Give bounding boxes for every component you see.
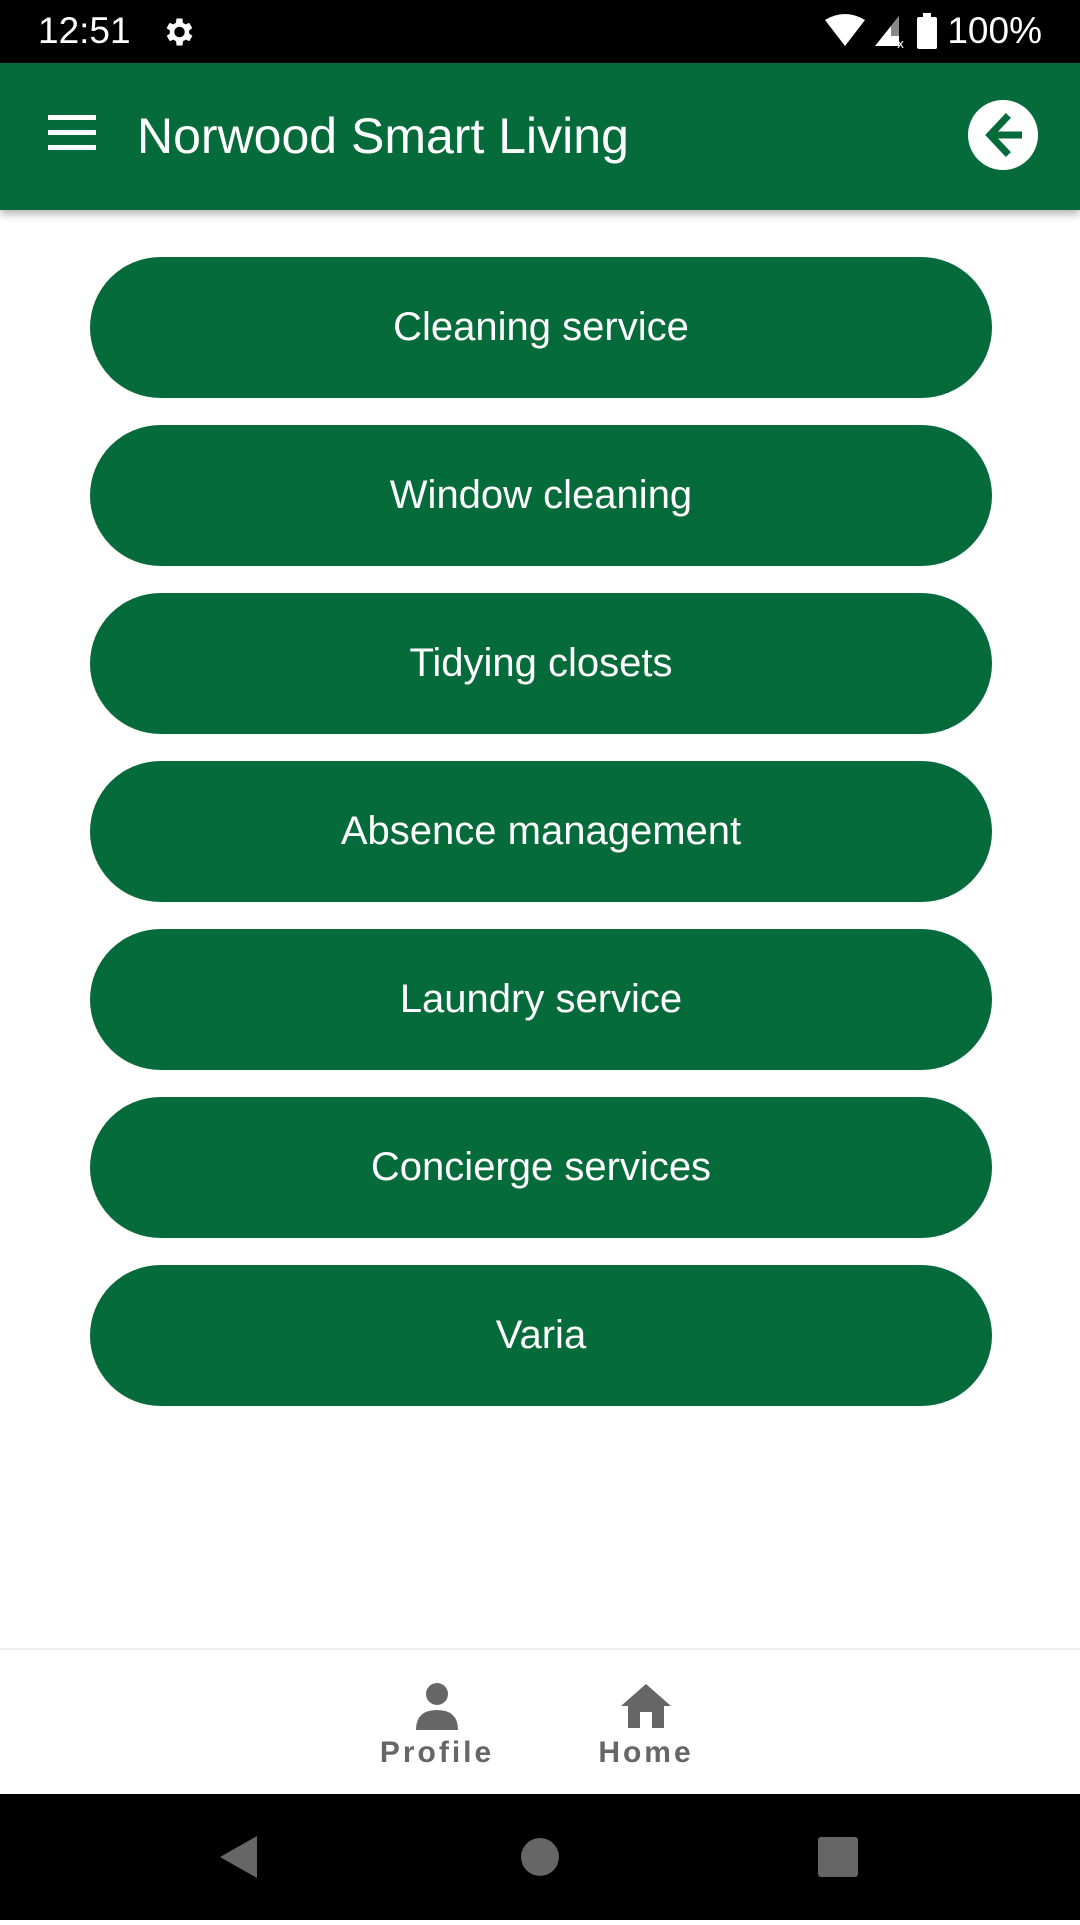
service-button-tidying-closets[interactable]: Tidying closets: [90, 593, 992, 734]
app-bar: Norwood Smart Living: [0, 63, 1080, 210]
system-home-button[interactable]: [480, 1794, 600, 1920]
service-button-window-cleaning[interactable]: Window cleaning: [90, 425, 992, 566]
nav-item-home[interactable]: Home: [561, 1650, 731, 1796]
system-back-button[interactable]: [180, 1794, 300, 1920]
status-indicators: x 100%: [825, 10, 1042, 52]
app-title: Norwood Smart Living: [137, 108, 629, 164]
circle-home-icon: [521, 1838, 559, 1876]
nav-label-home: Home: [598, 1736, 694, 1769]
back-button[interactable]: [968, 100, 1038, 170]
bottom-navigation: Profile Home: [0, 1648, 1080, 1796]
service-button-varia[interactable]: Varia: [90, 1265, 992, 1406]
service-button-absence-management[interactable]: Absence management: [90, 761, 992, 902]
service-button-laundry[interactable]: Laundry service: [90, 929, 992, 1070]
menu-icon[interactable]: [48, 115, 96, 151]
status-bar: 12:51 x 100%: [0, 0, 1080, 63]
triangle-back-icon: [220, 1836, 257, 1878]
signal-icon: x: [875, 16, 904, 48]
nav-item-profile[interactable]: Profile: [352, 1650, 522, 1796]
wifi-icon: [825, 14, 866, 46]
battery-percent: 100%: [947, 10, 1042, 51]
nav-label-profile: Profile: [379, 1736, 495, 1769]
system-navigation-bar: [0, 1794, 1080, 1920]
battery-icon: [917, 13, 938, 49]
arrow-left-icon: [985, 113, 1022, 157]
home-icon: [621, 1684, 671, 1728]
settings-icon: [166, 18, 193, 46]
status-time: 12:51: [38, 10, 131, 51]
square-recents-icon: [818, 1837, 858, 1877]
service-button-cleaning[interactable]: Cleaning service: [90, 257, 992, 398]
svg-text:x: x: [897, 37, 904, 48]
person-icon: [416, 1683, 458, 1730]
system-recents-button[interactable]: [778, 1794, 898, 1920]
service-button-concierge[interactable]: Concierge services: [90, 1097, 992, 1238]
